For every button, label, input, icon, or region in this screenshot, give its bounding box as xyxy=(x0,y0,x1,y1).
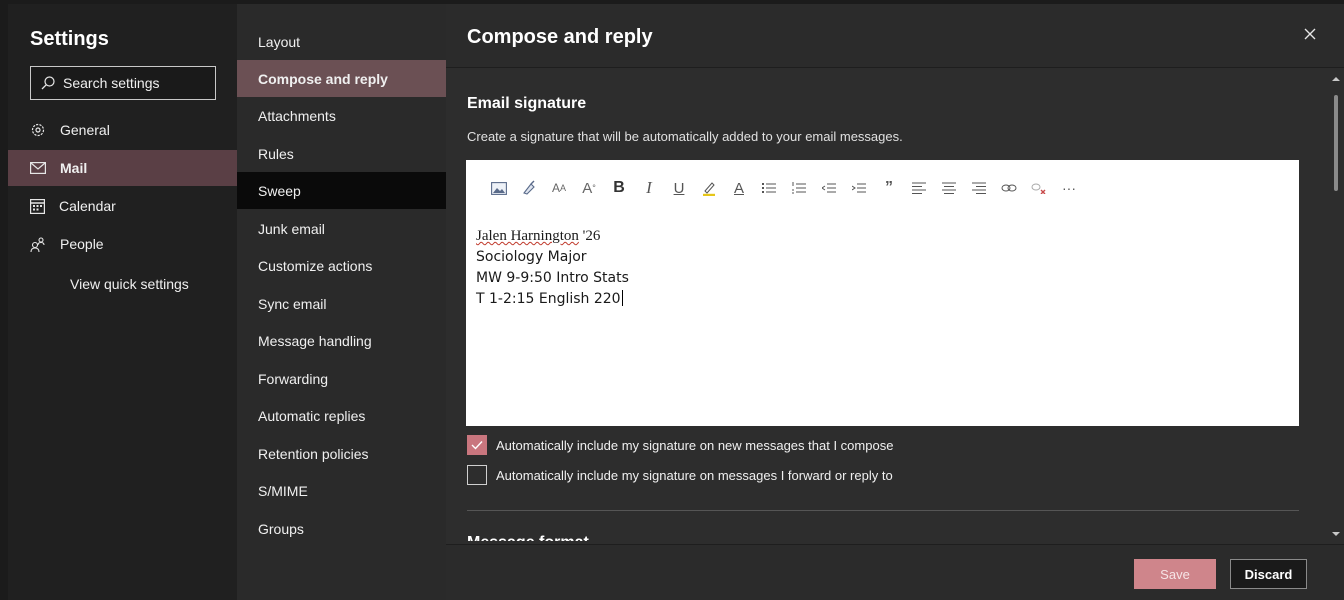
remove-link-icon[interactable] xyxy=(1026,177,1052,199)
increase-indent-icon[interactable] xyxy=(846,177,872,199)
auto-signature-reply-label: Automatically include my signature on me… xyxy=(496,467,893,483)
signature-text[interactable]: Jalen Harnington '26 Sociology Major MW … xyxy=(476,226,629,310)
signature-line-last: T 1-2:15 English 220 xyxy=(476,289,629,310)
search-icon xyxy=(41,76,55,90)
nav-people[interactable]: People xyxy=(8,226,237,262)
more-options-icon[interactable]: ··· xyxy=(1056,177,1082,199)
italic-icon[interactable]: I xyxy=(636,177,662,199)
subnav-groups[interactable]: Groups xyxy=(237,510,446,547)
nav-general[interactable]: General xyxy=(8,112,237,148)
subnav-message-handling[interactable]: Message handling xyxy=(237,322,446,359)
highlight-icon[interactable] xyxy=(696,177,722,199)
settings-window: Settings Search settings General Mail Ca… xyxy=(0,0,1344,600)
gear-icon xyxy=(31,123,45,137)
mail-icon xyxy=(30,162,46,174)
subnav-customize-actions[interactable]: Customize actions xyxy=(237,247,446,284)
bold-icon[interactable]: B xyxy=(606,177,632,199)
settings-pane: Compose and reply Email signature Create… xyxy=(446,4,1344,600)
quote-icon[interactable]: ” xyxy=(876,177,902,199)
nav-label: People xyxy=(60,236,104,252)
settings-sidebar: Settings Search settings General Mail Ca… xyxy=(8,4,237,600)
insert-picture-icon[interactable] xyxy=(486,177,512,199)
subnav-automatic-replies[interactable]: Automatic replies xyxy=(237,397,446,434)
subnav-junk-email[interactable]: Junk email xyxy=(237,210,446,247)
close-icon[interactable] xyxy=(1302,26,1318,42)
mail-settings-nav: Layout Compose and reply Attachments Rul… xyxy=(237,4,446,600)
search-settings-input[interactable]: Search settings xyxy=(30,66,216,100)
nav-label: General xyxy=(60,122,110,138)
align-center-icon[interactable] xyxy=(936,177,962,199)
subnav-layout[interactable]: Layout xyxy=(237,23,446,60)
signature-editor[interactable]: AA A ° B I U A ” ··· Jalen Harnington '2… xyxy=(466,160,1299,426)
auto-signature-new-checkbox[interactable] xyxy=(467,435,487,455)
subnav-sync-email[interactable]: Sync email xyxy=(237,285,446,322)
pane-title: Compose and reply xyxy=(467,26,653,48)
subnav-sweep[interactable]: Sweep xyxy=(237,172,446,209)
decrease-indent-icon[interactable] xyxy=(816,177,842,199)
checkmark-icon xyxy=(471,441,483,450)
font-color-icon[interactable]: A xyxy=(726,177,752,199)
signature-line: T 1-2:15 English 220 xyxy=(476,291,621,307)
pane-header: Compose and reply xyxy=(446,4,1344,68)
nav-label: Mail xyxy=(60,160,88,176)
format-painter-icon[interactable] xyxy=(516,177,542,199)
section-description: Create a signature that will be automati… xyxy=(467,129,903,144)
align-right-icon[interactable] xyxy=(966,177,992,199)
link-icon[interactable] xyxy=(996,177,1022,199)
section-divider xyxy=(467,510,1299,511)
signature-line: Sociology Major xyxy=(476,249,587,265)
next-section-title: Message format xyxy=(467,533,589,541)
search-placeholder: Search settings xyxy=(63,75,160,91)
discard-button[interactable]: Discard xyxy=(1230,559,1307,589)
text-effects-icon[interactable]: A ° xyxy=(576,177,602,199)
signature-name: Jalen Harnington xyxy=(476,228,579,244)
align-left-icon[interactable] xyxy=(906,177,932,199)
scroll-down-arrow-icon[interactable] xyxy=(1332,532,1340,536)
formatting-toolbar: AA A ° B I U A ” ··· xyxy=(486,176,1086,200)
subnav-rules[interactable]: Rules xyxy=(237,135,446,172)
people-icon xyxy=(30,237,45,252)
signature-class-year: '26 xyxy=(578,228,601,244)
calendar-icon xyxy=(30,198,45,214)
subnav-compose-and-reply[interactable]: Compose and reply xyxy=(237,60,446,97)
bullets-icon[interactable] xyxy=(756,177,782,199)
underline-icon[interactable]: U xyxy=(666,177,692,199)
auto-signature-new-option[interactable]: Automatically include my signature on ne… xyxy=(467,435,893,455)
pane-scrollbar[interactable] xyxy=(1328,69,1344,544)
auto-signature-reply-checkbox[interactable] xyxy=(467,465,487,485)
scroll-up-arrow-icon[interactable] xyxy=(1332,77,1340,81)
save-button[interactable]: Save xyxy=(1134,559,1216,589)
subnav-smime[interactable]: S/MIME xyxy=(237,472,446,509)
subnav-attachments[interactable]: Attachments xyxy=(237,97,446,134)
nav-label: Calendar xyxy=(59,198,116,214)
text-caret xyxy=(621,290,623,306)
auto-signature-new-label: Automatically include my signature on ne… xyxy=(496,437,894,453)
scroll-thumb[interactable] xyxy=(1334,95,1338,191)
pane-content: Email signature Create a signature that … xyxy=(446,69,1344,544)
subnav-retention-policies[interactable]: Retention policies xyxy=(237,435,446,472)
signature-name-line: Jalen Harnington '26 xyxy=(476,226,629,247)
font-size-icon[interactable]: AA xyxy=(546,177,572,199)
numbering-icon[interactable] xyxy=(786,177,812,199)
auto-signature-reply-option[interactable]: Automatically include my signature on me… xyxy=(467,465,893,485)
settings-title: Settings xyxy=(30,28,109,50)
nav-mail[interactable]: Mail xyxy=(8,150,237,186)
pane-footer: Save Discard xyxy=(446,544,1344,600)
signature-line: MW 9-9:50 Intro Stats xyxy=(476,270,629,286)
subnav-forwarding[interactable]: Forwarding xyxy=(237,360,446,397)
section-title: Email signature xyxy=(467,95,587,112)
view-quick-settings-link[interactable]: View quick settings xyxy=(70,276,189,292)
nav-calendar[interactable]: Calendar xyxy=(8,188,237,224)
